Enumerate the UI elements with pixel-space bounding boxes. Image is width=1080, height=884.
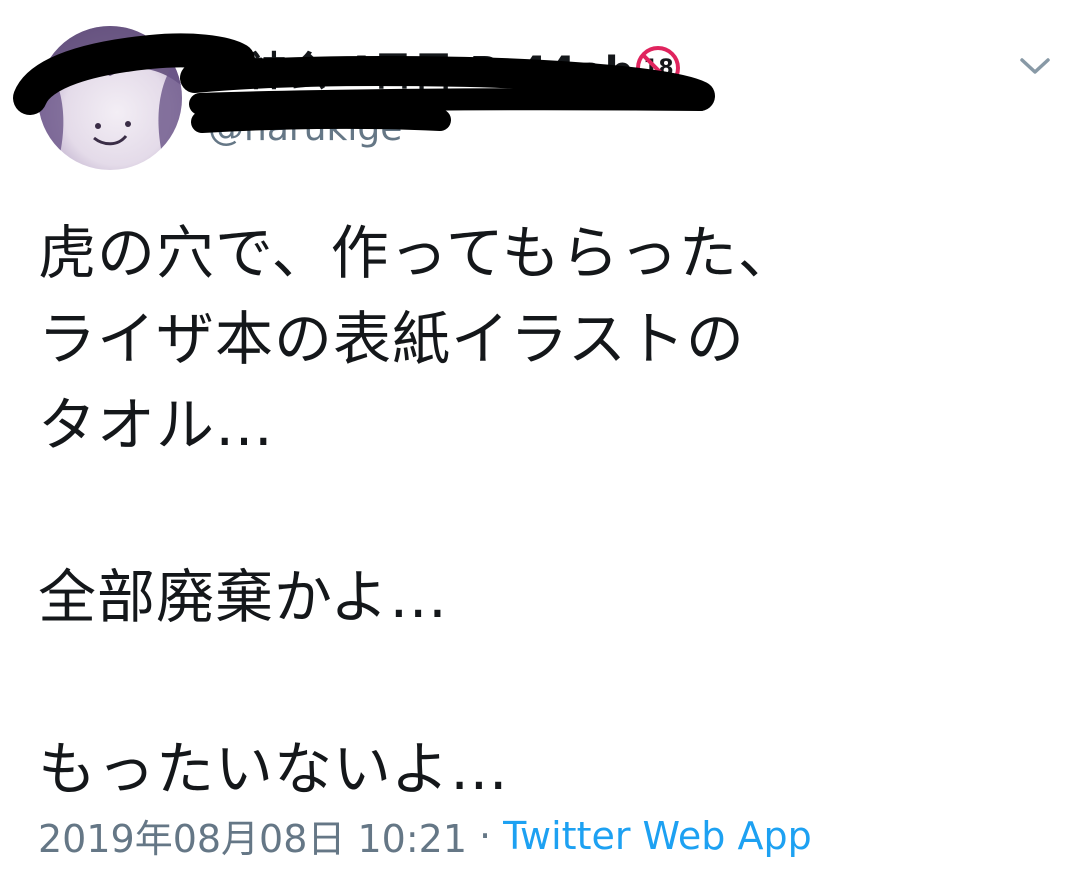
tweet-text: 虎の穴で、作ってもらった、 ライザ本の表紙イラストの タオル… 全部廃棄かよ… … [38, 219, 797, 803]
name-row[interactable]: 雷神会 4日目 R-44ab 18 [206, 39, 681, 97]
tweet-footer: 2019年08月08日 10:21 · Twitter Web App [38, 808, 812, 863]
footer-separator: · [479, 813, 492, 858]
user-handle[interactable]: @harukige [208, 108, 402, 149]
chevron-down-icon[interactable] [1018, 52, 1052, 80]
avatar-illustration [38, 26, 182, 170]
display-name[interactable]: 雷神会 4日目 R-44ab [206, 39, 634, 97]
age-restriction-badge: 18 [636, 46, 681, 90]
avatar[interactable] [38, 26, 182, 170]
tweet-card: 雷神会 4日目 R-44ab 18 @harukige 虎の穴で、作ってもらった… [0, 0, 1080, 884]
tweet-source-link[interactable]: Twitter Web App [503, 814, 812, 858]
tweet-timestamp[interactable]: 2019年08月08日 10:21 [38, 808, 467, 863]
